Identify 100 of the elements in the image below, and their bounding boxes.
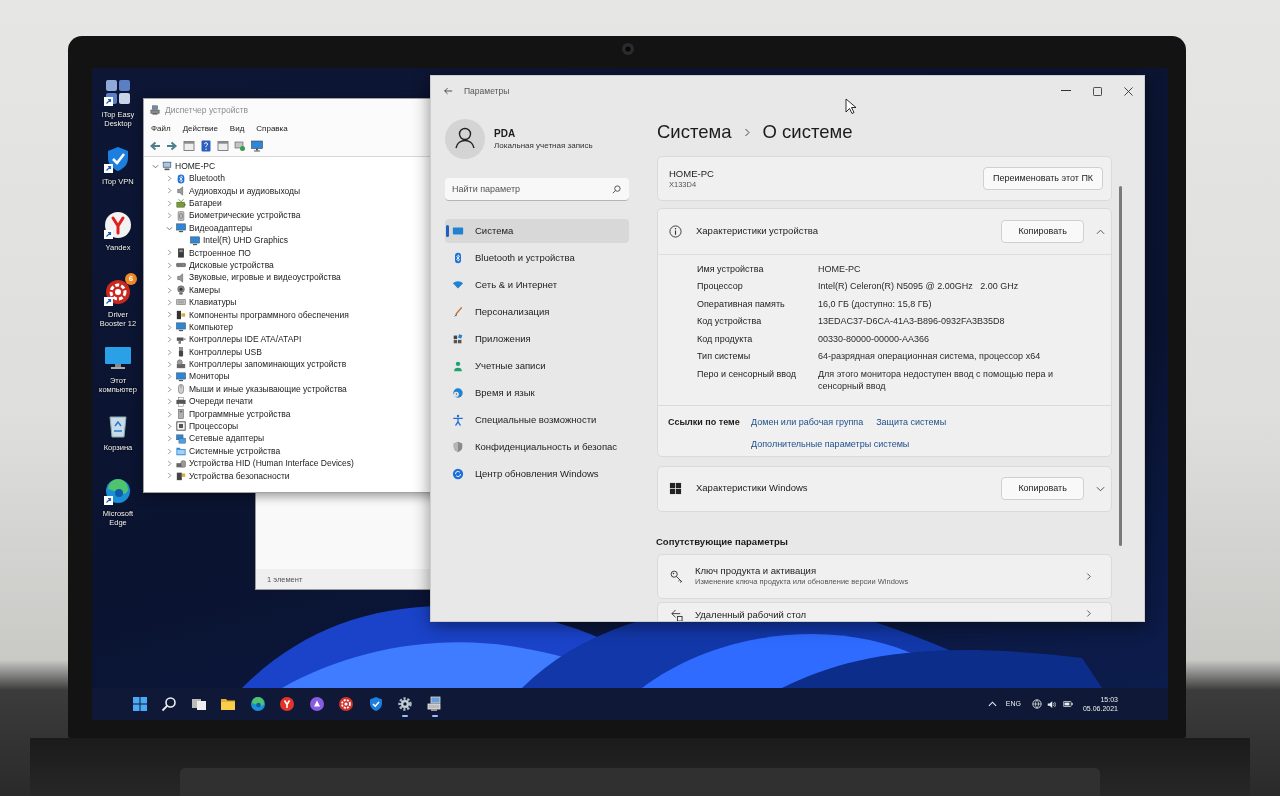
chevron-right-icon[interactable] xyxy=(166,385,173,393)
nav-item[interactable]: Система xyxy=(445,219,629,243)
monitor-icon[interactable] xyxy=(251,140,263,152)
menu-item[interactable]: Файл xyxy=(151,122,171,135)
edge-icon[interactable] xyxy=(104,477,132,505)
arrow-right-icon[interactable] xyxy=(166,140,178,152)
chevron-right-icon[interactable] xyxy=(166,323,173,331)
minimize-icon[interactable] xyxy=(1061,90,1071,92)
yandex-icon[interactable] xyxy=(104,211,132,239)
shield-icon[interactable] xyxy=(367,696,384,712)
chevron-right-icon[interactable] xyxy=(166,336,173,344)
chevron-right-icon[interactable] xyxy=(166,398,173,406)
tree-item[interactable]: Видеоадаптеры xyxy=(189,221,253,235)
chevron-right-icon[interactable] xyxy=(166,435,173,443)
link[interactable]: Дополнительные параметры системы xyxy=(751,437,910,450)
tree-item[interactable]: Биометрические устройства xyxy=(189,209,301,223)
computer-scan-icon[interactable] xyxy=(234,140,246,152)
chevron-down-icon[interactable] xyxy=(1096,485,1106,492)
orb-icon[interactable] xyxy=(308,696,325,712)
copy-button[interactable]: Копировать xyxy=(1001,477,1085,500)
edge-icon[interactable] xyxy=(249,696,266,712)
chevron-right-icon[interactable] xyxy=(166,299,173,306)
tree-item[interactable]: Камеры xyxy=(189,283,221,297)
nav-item[interactable]: Персонализация xyxy=(445,300,629,324)
tree-item[interactable]: Батареи xyxy=(189,197,222,210)
nav-item[interactable]: Время и язык xyxy=(445,381,629,405)
tree-item[interactable]: Системные устройства xyxy=(189,444,281,458)
window-icon[interactable] xyxy=(217,140,229,152)
chevron-right-icon[interactable] xyxy=(166,249,173,257)
help-icon[interactable] xyxy=(200,140,212,152)
chevron-right-icon[interactable] xyxy=(166,348,173,356)
scrollbar-thumb[interactable] xyxy=(1119,186,1123,546)
nav-item[interactable]: Сеть & и Интернет xyxy=(445,273,629,297)
maximize-icon[interactable] xyxy=(1093,86,1102,96)
tree-item[interactable]: Сетевые адаптеры xyxy=(189,432,265,446)
chevron-right-icon[interactable] xyxy=(166,410,173,418)
task-view-icon[interactable] xyxy=(190,696,207,712)
close-icon[interactable] xyxy=(1124,86,1133,96)
avatar-icon[interactable] xyxy=(445,119,485,159)
tree-item[interactable]: Процессоры xyxy=(189,420,239,433)
tree-item[interactable]: Мыши и иные указывающие устройства xyxy=(189,382,347,396)
nav-item[interactable]: Специальные возможности xyxy=(445,408,629,432)
tree-item[interactable]: HOME-PC xyxy=(175,159,216,173)
search-field[interactable]: Найти параметр xyxy=(445,178,629,201)
nav-item[interactable]: Конфиденциальность и безопас xyxy=(445,435,629,459)
chevron-right-icon[interactable] xyxy=(166,360,173,368)
tree-item[interactable]: Устройства безопасности xyxy=(189,469,290,483)
monitor-icon[interactable] xyxy=(104,344,132,372)
tree-item[interactable]: Контроллеры USB xyxy=(189,345,262,359)
link[interactable]: Домен или рабочая группа xyxy=(751,415,864,428)
tree-item[interactable]: Программные устройства xyxy=(189,407,291,421)
nav-item[interactable]: Центр обновления Windows xyxy=(445,462,629,486)
chevron-right-icon[interactable] xyxy=(166,274,173,282)
tree-item[interactable]: Очереди печати xyxy=(189,395,253,408)
breadcrumb-link[interactable]: Система xyxy=(657,118,732,146)
link[interactable]: Защита системы xyxy=(876,415,947,428)
chevron-right-icon[interactable] xyxy=(166,447,173,455)
menu-item[interactable]: Справка xyxy=(256,122,288,135)
window-icon[interactable] xyxy=(183,140,195,152)
nav-item[interactable]: Учетные записи xyxy=(445,354,629,378)
settings-icon[interactable] xyxy=(397,696,414,712)
tree-item[interactable]: Компьютер xyxy=(189,320,233,334)
chevron-right-icon[interactable] xyxy=(166,472,173,480)
tree-item[interactable]: Контроллеры запоминающих устройств xyxy=(189,358,347,371)
tree-item[interactable]: Bluetooth xyxy=(189,172,225,185)
tree-item[interactable]: Устройства HID (Human Interface Devices) xyxy=(189,457,354,470)
yandex-icon[interactable] xyxy=(279,696,296,712)
arrow-left-icon[interactable] xyxy=(149,140,161,152)
chevron-down-icon[interactable] xyxy=(152,162,159,170)
tree-item[interactable]: Компоненты программного обеспечения xyxy=(189,308,349,322)
back-arrow-icon[interactable] xyxy=(443,86,453,96)
chevron-right-icon[interactable] xyxy=(166,187,173,195)
tree-item[interactable]: Клавиатуры xyxy=(189,296,237,309)
chevron-right-icon[interactable] xyxy=(166,199,173,207)
tree-item[interactable]: Контроллеры IDE ATA/ATAPI xyxy=(189,333,302,347)
chevron-right-icon[interactable] xyxy=(166,373,173,381)
copy-button[interactable]: Копировать xyxy=(1001,220,1085,243)
menu-item[interactable]: Вид xyxy=(229,122,245,135)
tiles-icon[interactable] xyxy=(104,78,132,106)
tree-item[interactable]: Аудиовходы и аудиовыходы xyxy=(189,184,301,198)
chevron-right-icon[interactable] xyxy=(166,175,173,183)
chevron-right-icon[interactable] xyxy=(166,311,173,319)
search-icon[interactable] xyxy=(612,185,621,194)
chevron-right-icon[interactable] xyxy=(166,286,173,294)
start-icon[interactable] xyxy=(131,696,148,712)
chevron-right-icon[interactable] xyxy=(166,422,173,430)
chevron-right-icon[interactable] xyxy=(166,460,173,468)
folder-icon[interactable] xyxy=(220,696,237,712)
tree-item[interactable]: Встроенное ПО xyxy=(189,246,251,260)
chevron-right-icon[interactable] xyxy=(166,261,173,269)
rename-button[interactable]: Переименовать этот ПК xyxy=(983,167,1104,190)
search-icon[interactable] xyxy=(161,696,178,712)
chevron-down-icon[interactable] xyxy=(166,224,173,232)
nav-item[interactable]: Bluetooth и устройства xyxy=(445,246,629,270)
chevron-right-icon[interactable] xyxy=(166,212,173,220)
tree-item[interactable]: Intel(R) UHD Graphics xyxy=(203,234,289,247)
battery-icon[interactable] xyxy=(1062,701,1073,707)
tree-item[interactable]: Дисковые устройства xyxy=(189,258,274,272)
settings-row[interactable]: Удаленный рабочий стол xyxy=(657,601,1113,621)
device-manager-icon[interactable] xyxy=(426,696,443,712)
